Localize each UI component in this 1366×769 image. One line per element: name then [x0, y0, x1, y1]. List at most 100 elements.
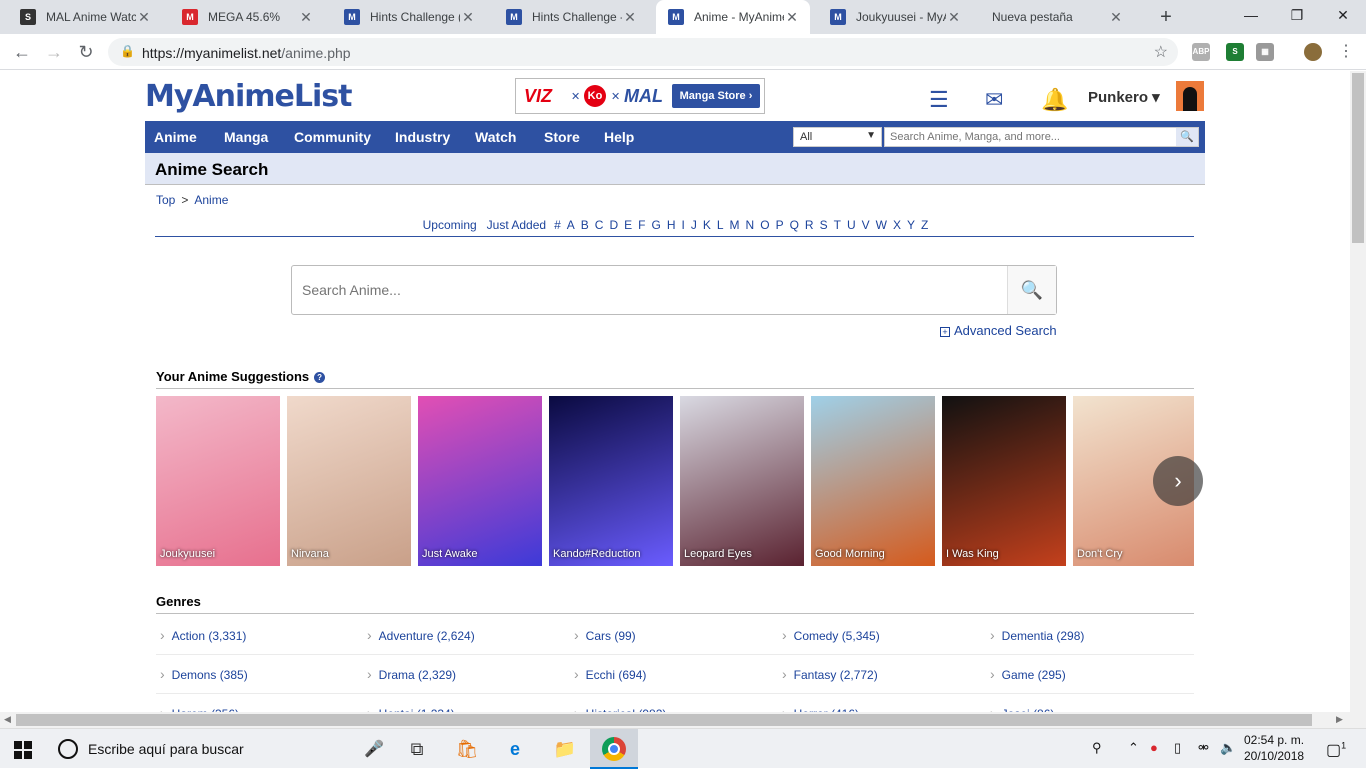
profile-avatar[interactable] — [1304, 43, 1322, 61]
anime-suggestion-card[interactable]: Kando#Reduction — [549, 396, 673, 566]
anime-suggestion-card[interactable]: Leopard Eyes — [680, 396, 804, 566]
letter-link[interactable]: Upcoming — [423, 218, 477, 232]
close-tab-icon[interactable]: ✕ — [784, 9, 800, 26]
letter-link[interactable]: X — [893, 218, 901, 232]
close-tab-icon[interactable]: ✕ — [622, 9, 638, 26]
letter-link[interactable]: V — [862, 218, 870, 232]
letter-link[interactable]: O — [760, 218, 769, 232]
anime-suggestion-card[interactable]: Good Morning — [811, 396, 935, 566]
letter-link[interactable]: Z — [921, 218, 928, 232]
scrollbar-thumb[interactable] — [16, 714, 1312, 726]
site-search-input[interactable] — [885, 128, 1175, 146]
menu-industry[interactable]: Industry — [395, 129, 450, 145]
genre-link[interactable]: Demons (385) — [160, 666, 248, 682]
close-tab-icon[interactable]: ✕ — [136, 9, 152, 26]
browser-menu-icon[interactable]: ⋮ — [1334, 40, 1358, 64]
letter-link[interactable]: S — [820, 218, 828, 232]
user-avatar[interactable] — [1176, 81, 1204, 111]
browser-tab[interactable]: M Hints Challenge - I ✕ — [494, 0, 648, 34]
cortana-icon[interactable] — [58, 739, 78, 759]
anime-suggestion-card[interactable]: Joukyuusei — [156, 396, 280, 566]
messages-icon[interactable]: ✉ — [985, 87, 1003, 113]
minimize-icon[interactable]: — — [1228, 0, 1274, 30]
genre-link[interactable]: Action (3,331) — [160, 627, 247, 643]
anime-suggestion-card[interactable]: Just Awake — [418, 396, 542, 566]
chrome-taskbar-button[interactable] — [590, 729, 638, 769]
volume-icon[interactable]: 🔈 — [1220, 740, 1236, 756]
browser-tab[interactable]: Nueva pestaña ✕ — [980, 0, 1134, 34]
letter-link[interactable]: I — [682, 218, 685, 232]
mega-tray-icon[interactable]: ● — [1150, 740, 1158, 755]
letter-link[interactable]: Q — [790, 218, 799, 232]
letter-link[interactable]: L — [717, 218, 724, 232]
anime-suggestion-card[interactable]: I Was King — [942, 396, 1066, 566]
list-icon[interactable]: ☰ — [929, 87, 949, 113]
search-icon[interactable]: 🔍 — [1007, 266, 1056, 314]
vertical-scrollbar[interactable] — [1350, 71, 1366, 712]
anime-suggestion-card[interactable]: Nirvana — [287, 396, 411, 566]
letter-link[interactable]: # — [554, 218, 561, 232]
letter-link[interactable]: Just Added — [487, 218, 546, 232]
taskbar-search[interactable]: Escribe aquí para buscar — [88, 741, 244, 757]
adblock-extension-icon[interactable]: ABP — [1192, 43, 1210, 61]
site-logo[interactable]: MyAnimeList — [145, 79, 352, 114]
maximize-icon[interactable]: ❐ — [1274, 0, 1320, 30]
genre-link[interactable]: Harem (356) — [160, 705, 239, 712]
back-icon[interactable]: ← — [10, 40, 34, 64]
menu-anime[interactable]: Anime — [154, 129, 197, 145]
genre-link[interactable]: Josei (86) — [990, 705, 1055, 712]
genre-link[interactable]: Adventure (2,624) — [367, 627, 475, 643]
genre-link[interactable]: Dementia (298) — [990, 627, 1085, 643]
genre-link[interactable]: Comedy (5,345) — [782, 627, 880, 643]
username-menu[interactable]: Punkero ▾ — [1088, 88, 1160, 106]
close-window-icon[interactable]: ✕ — [1320, 0, 1366, 30]
menu-help[interactable]: Help — [604, 129, 634, 145]
menu-watch[interactable]: Watch — [475, 129, 516, 145]
tray-expand-icon[interactable]: ⌃ — [1128, 740, 1139, 756]
action-center-icon[interactable]: ▢1 — [1326, 740, 1346, 760]
genre-link[interactable]: Game (295) — [990, 666, 1066, 682]
extension-grid-icon[interactable]: ▦ — [1256, 43, 1274, 61]
letter-link[interactable]: Y — [907, 218, 915, 232]
scroll-right-icon[interactable]: ▶ — [1336, 714, 1343, 725]
battery-icon[interactable]: ▯ — [1174, 740, 1181, 756]
task-view-icon[interactable]: ⧉ — [405, 737, 429, 761]
letter-link[interactable]: D — [609, 218, 618, 232]
menu-manga[interactable]: Manga — [224, 129, 268, 145]
genre-link[interactable]: Fantasy (2,772) — [782, 666, 878, 682]
letter-link[interactable]: P — [776, 218, 784, 232]
genre-link[interactable]: Historical (982) — [574, 705, 667, 712]
genre-link[interactable]: Horror (416) — [782, 705, 859, 712]
advanced-search-link[interactable]: + Advanced Search — [940, 323, 1057, 338]
people-icon[interactable]: ⚲ — [1092, 740, 1102, 756]
edge-icon[interactable]: e — [503, 737, 527, 761]
horizontal-scrollbar[interactable]: ◀ ▶ — [0, 712, 1366, 728]
network-icon[interactable]: ⚮ — [1198, 740, 1209, 756]
letter-link[interactable]: H — [667, 218, 676, 232]
letter-link[interactable]: J — [691, 218, 697, 232]
letter-link[interactable]: N — [746, 218, 755, 232]
file-explorer-icon[interactable]: 📁 — [553, 737, 577, 761]
close-tab-icon[interactable]: ✕ — [946, 9, 962, 26]
scrollbar-thumb[interactable] — [1352, 73, 1364, 243]
genre-link[interactable]: Ecchi (694) — [574, 666, 647, 682]
menu-community[interactable]: Community — [294, 129, 371, 145]
new-tab-button[interactable]: + — [1154, 5, 1178, 29]
browser-tab[interactable]: M Anime - MyAnime ✕ — [656, 0, 810, 34]
search-icon[interactable]: 🔍 — [1176, 128, 1198, 146]
genre-link[interactable]: Cars (99) — [574, 627, 636, 643]
reload-icon[interactable]: ↻ — [74, 40, 98, 64]
chevron-right-icon[interactable]: › — [1153, 456, 1203, 506]
browser-tab[interactable]: M Hints Challenge (S✕ — [332, 0, 486, 34]
menu-store[interactable]: Store — [544, 129, 580, 145]
help-icon[interactable]: ? — [314, 372, 326, 383]
letter-link[interactable]: G — [651, 218, 660, 232]
letter-link[interactable]: E — [624, 218, 632, 232]
breadcrumb-top[interactable]: Top — [156, 193, 175, 207]
address-bar[interactable]: 🔒 https://myanimelist.net/anime.php ☆ — [108, 38, 1178, 66]
close-tab-icon[interactable]: ✕ — [460, 9, 476, 26]
manga-store-banner[interactable]: VIZ ✕ Ko ✕ MAL Manga Store › — [515, 78, 765, 114]
manga-store-button[interactable]: Manga Store › — [672, 84, 760, 108]
close-tab-icon[interactable]: ✕ — [298, 9, 314, 26]
browser-tab[interactable]: M MEGA 45.6% ✕ — [170, 0, 324, 34]
